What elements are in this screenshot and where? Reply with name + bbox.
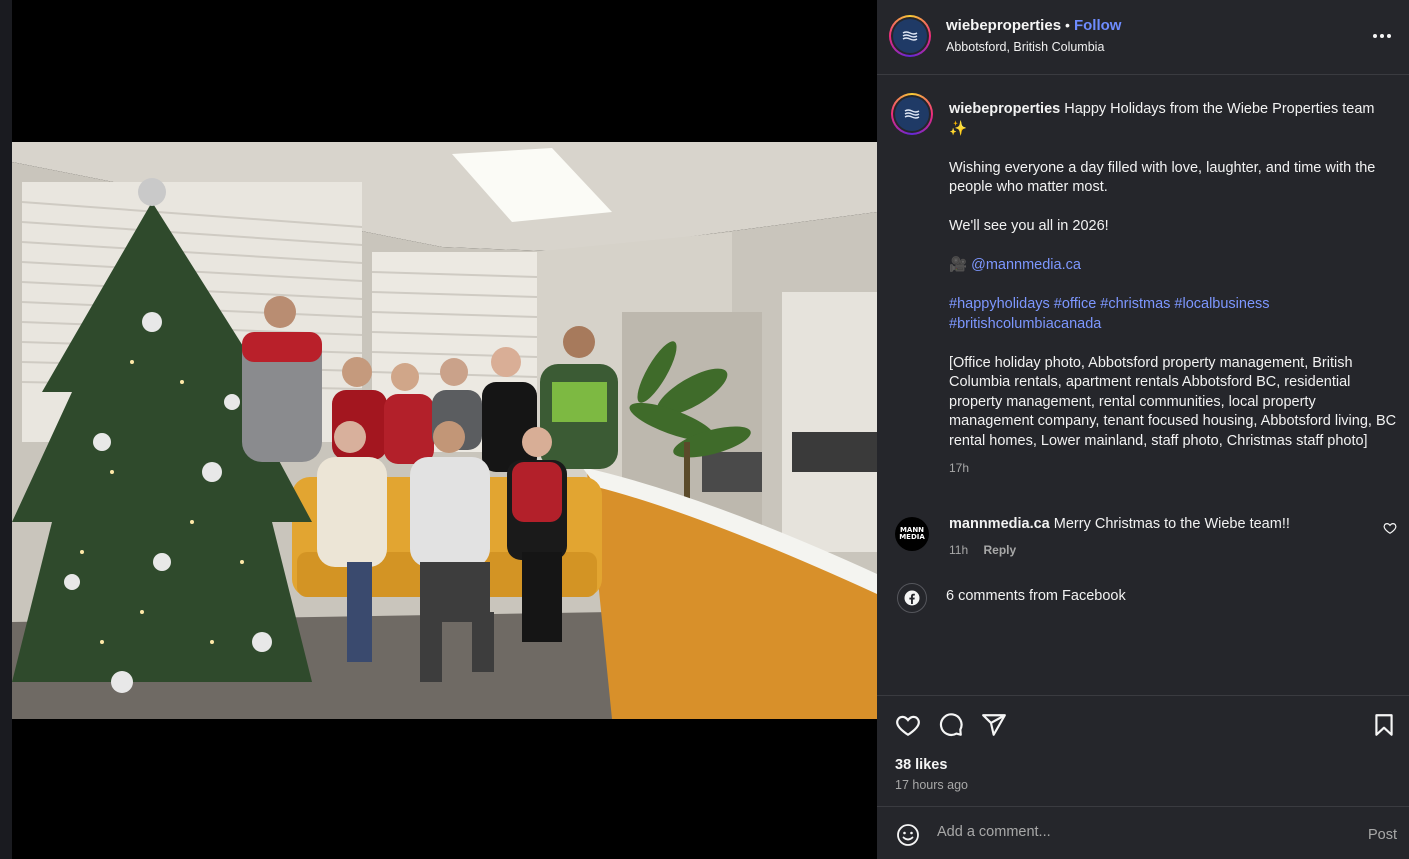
caption-time[interactable]: 17h xyxy=(949,459,1399,479)
mention-link[interactable]: @mannmedia.ca xyxy=(971,257,1081,273)
comment-time[interactable]: 11h xyxy=(949,543,968,557)
post-comment-button[interactable]: Post xyxy=(1368,827,1397,843)
post-location[interactable]: Abbotsford, British Columbia xyxy=(946,40,1121,54)
posted-time[interactable]: 17 hours ago xyxy=(895,778,968,792)
post-actions: 38 likes 17 hours ago xyxy=(877,695,1409,807)
post-photo[interactable] xyxy=(12,142,877,719)
caption-username[interactable]: wiebeproperties xyxy=(949,101,1060,117)
post-side-panel: wiebeproperties • Follow Abbotsford, Briti… xyxy=(877,0,1409,859)
caption-area: wiebeproperties Happy Holidays from the … xyxy=(877,75,1409,695)
commenter-avatar[interactable]: MANN MEDIA xyxy=(895,517,929,551)
profile-avatar[interactable] xyxy=(889,15,931,57)
caption-alt-text: [Office holiday photo, Abbotsford proper… xyxy=(949,354,1397,449)
commenter-username[interactable]: mannmedia.ca xyxy=(949,516,1050,532)
author-username[interactable]: wiebeproperties xyxy=(946,17,1061,34)
wiebe-logo-icon xyxy=(904,109,920,119)
caption-title: Happy Holidays from the Wiebe Properties… xyxy=(1064,101,1375,117)
caption-avatar[interactable] xyxy=(891,93,933,135)
post-author: wiebeproperties • Follow Abbotsford, Briti… xyxy=(946,17,1121,54)
left-edge xyxy=(0,0,12,859)
hashtags-line-1[interactable]: #happyholidays #office #christmas #local… xyxy=(949,296,1270,312)
hashtags-line-2[interactable]: #britishcolumbiacanada xyxy=(949,316,1101,332)
comment-item: MANN MEDIA mannmedia.ca Merry Christmas t… xyxy=(877,513,1409,573)
emoji-icon[interactable] xyxy=(896,823,920,847)
more-options-icon[interactable] xyxy=(1371,26,1393,46)
facebook-icon xyxy=(897,583,927,613)
avatar-text-bottom: MEDIA xyxy=(899,533,925,541)
comment-input[interactable] xyxy=(937,824,1337,840)
sparkle-emoji: ✨ xyxy=(949,120,968,137)
camera-emoji: 🎥 xyxy=(949,257,968,273)
post-caption: wiebeproperties Happy Holidays from the … xyxy=(949,100,1399,479)
caption-line-1: Wishing everyone a day filled with love,… xyxy=(949,159,1376,196)
facebook-comments-row[interactable]: 6 comments from Facebook xyxy=(877,580,1409,616)
wiebe-logo-icon xyxy=(902,31,918,41)
comment-body: Merry Christmas to the Wiebe team!! xyxy=(1053,516,1290,532)
post-header: wiebeproperties • Follow Abbotsford, Briti… xyxy=(877,0,1409,75)
media-area xyxy=(12,0,877,859)
share-send-icon[interactable] xyxy=(981,712,1007,738)
add-comment-bar: Post xyxy=(877,808,1409,859)
save-bookmark-icon[interactable] xyxy=(1371,712,1397,738)
comment-meta: 11h Reply xyxy=(949,543,1016,557)
caption-line-2: We'll see you all in 2026! xyxy=(949,218,1109,234)
facebook-comments-text[interactable]: 6 comments from Facebook xyxy=(946,588,1126,604)
comment-text: mannmedia.ca Merry Christmas to the Wieb… xyxy=(949,516,1290,532)
comment-bubble-icon[interactable] xyxy=(938,712,964,738)
like-heart-icon[interactable] xyxy=(895,712,921,738)
reply-button[interactable]: Reply xyxy=(983,543,1016,557)
comment-like-heart-icon[interactable] xyxy=(1383,521,1397,535)
separator-dot: • xyxy=(1065,17,1070,33)
follow-button[interactable]: Follow xyxy=(1074,17,1122,34)
likes-count[interactable]: 38 likes xyxy=(895,757,947,773)
